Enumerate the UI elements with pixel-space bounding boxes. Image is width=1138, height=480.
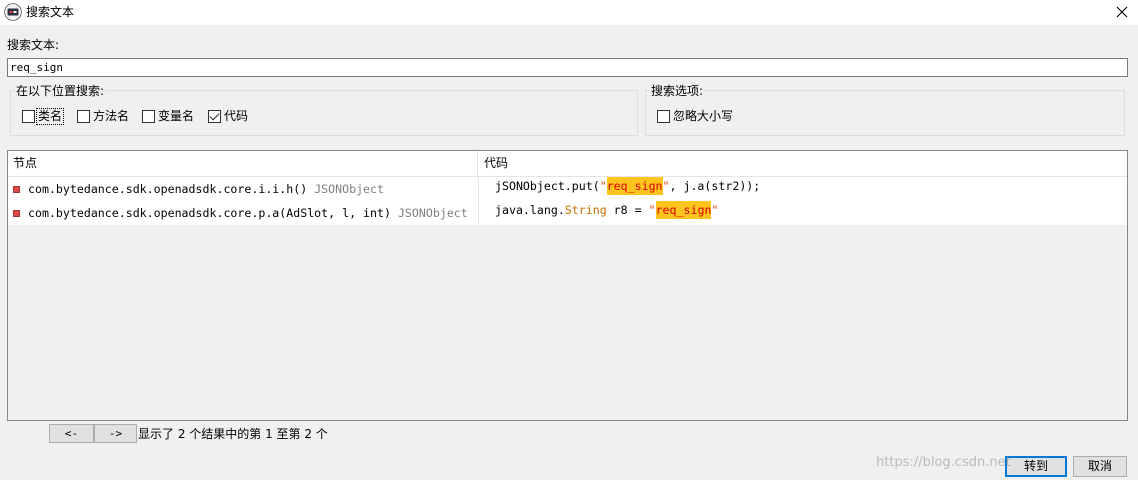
checkbox-label: 方法名	[93, 109, 130, 123]
table-row[interactable]: com.bytedance.sdk.openadsdk.core.p.a(AdS…	[8, 201, 1127, 225]
checkbox-square[interactable]	[657, 110, 670, 123]
method-node-icon	[13, 210, 20, 217]
node-text: com.bytedance.sdk.openadsdk.core.p.a(AdS…	[28, 201, 468, 225]
code-type-keyword: String	[564, 203, 607, 217]
node-cell: com.bytedance.sdk.openadsdk.core.i.i.h()…	[8, 177, 478, 201]
node-text: com.bytedance.sdk.openadsdk.core.i.i.h()…	[28, 177, 384, 201]
code-segment: , j.a(str2));	[669, 179, 761, 193]
code-match-highlight: req_sign	[655, 201, 712, 219]
column-header-node: 节点	[8, 151, 478, 176]
next-page-button[interactable]: ->	[94, 424, 137, 443]
code-cell: java.lang.String r8 = "req_sign"	[478, 201, 1127, 225]
checkbox-class-name[interactable]: 类名	[22, 108, 65, 125]
node-type: JSONObject	[397, 206, 468, 220]
watermark: https://blog.csdn.net	[876, 455, 1011, 470]
method-node-icon	[13, 186, 20, 193]
prev-page-button[interactable]: <-	[49, 424, 94, 443]
checkbox-square[interactable]	[77, 110, 90, 123]
checkbox-label: 变量名	[158, 109, 195, 123]
checkbox-square[interactable]	[208, 110, 221, 123]
search-text-label: 搜索文本:	[7, 38, 60, 52]
checkbox-label: 代码	[224, 109, 249, 123]
checkbox-label: 类名	[35, 108, 65, 125]
close-icon[interactable]	[1115, 5, 1129, 19]
code-quote: "	[711, 203, 719, 217]
code-segment: r8 =	[606, 203, 649, 217]
code-quote: "	[599, 179, 607, 193]
code-segment: java.lang.	[495, 203, 565, 217]
checkbox-square[interactable]	[142, 110, 155, 123]
code-cell: jSONObject.put("req_sign", j.a(str2));	[478, 177, 1127, 201]
search-in-group: 在以下位置搜索: 类名 方法名 变量名 代码	[10, 84, 638, 136]
node-cell: com.bytedance.sdk.openadsdk.core.p.a(AdS…	[8, 201, 478, 225]
checkbox-variable-name[interactable]: 变量名	[142, 108, 195, 125]
node-name: com.bytedance.sdk.openadsdk.core.i.i.h()	[28, 182, 308, 196]
column-header-code: 代码	[484, 156, 509, 170]
result-count-status: 显示了 2 个结果中的第 1 至第 2 个	[138, 427, 328, 441]
code-quote: "	[648, 203, 656, 217]
results-table: 节点 代码 com.bytedance.sdk.openadsdk.core.i…	[7, 150, 1128, 421]
goto-button[interactable]: 转到	[1005, 456, 1067, 477]
search-input[interactable]	[7, 58, 1128, 77]
code-segment: jSONObject.put(	[495, 179, 600, 193]
table-row[interactable]: com.bytedance.sdk.openadsdk.core.i.i.h()…	[8, 177, 1127, 201]
code-quote: "	[662, 179, 670, 193]
jadx-app-icon	[4, 3, 22, 21]
checkbox-ignore-case[interactable]: 忽略大小写	[657, 108, 734, 125]
table-header: 节点 代码	[8, 151, 1127, 177]
window-title: 搜索文本	[26, 5, 75, 19]
checkbox-method-name[interactable]: 方法名	[77, 108, 130, 125]
search-options-title: 搜索选项:	[650, 84, 705, 98]
code-match-highlight: req_sign	[606, 177, 663, 195]
search-options-group: 搜索选项: 忽略大小写	[645, 84, 1125, 136]
node-name: com.bytedance.sdk.openadsdk.core.p.a(AdS…	[28, 206, 391, 220]
node-type: JSONObject	[314, 182, 384, 196]
title-bar: 搜索文本	[0, 0, 1138, 25]
search-in-title: 在以下位置搜索:	[15, 84, 106, 98]
checkbox-code[interactable]: 代码	[208, 108, 249, 125]
checkbox-square[interactable]	[22, 110, 35, 123]
checkbox-label: 忽略大小写	[673, 109, 734, 123]
cancel-button[interactable]: 取消	[1073, 456, 1127, 477]
